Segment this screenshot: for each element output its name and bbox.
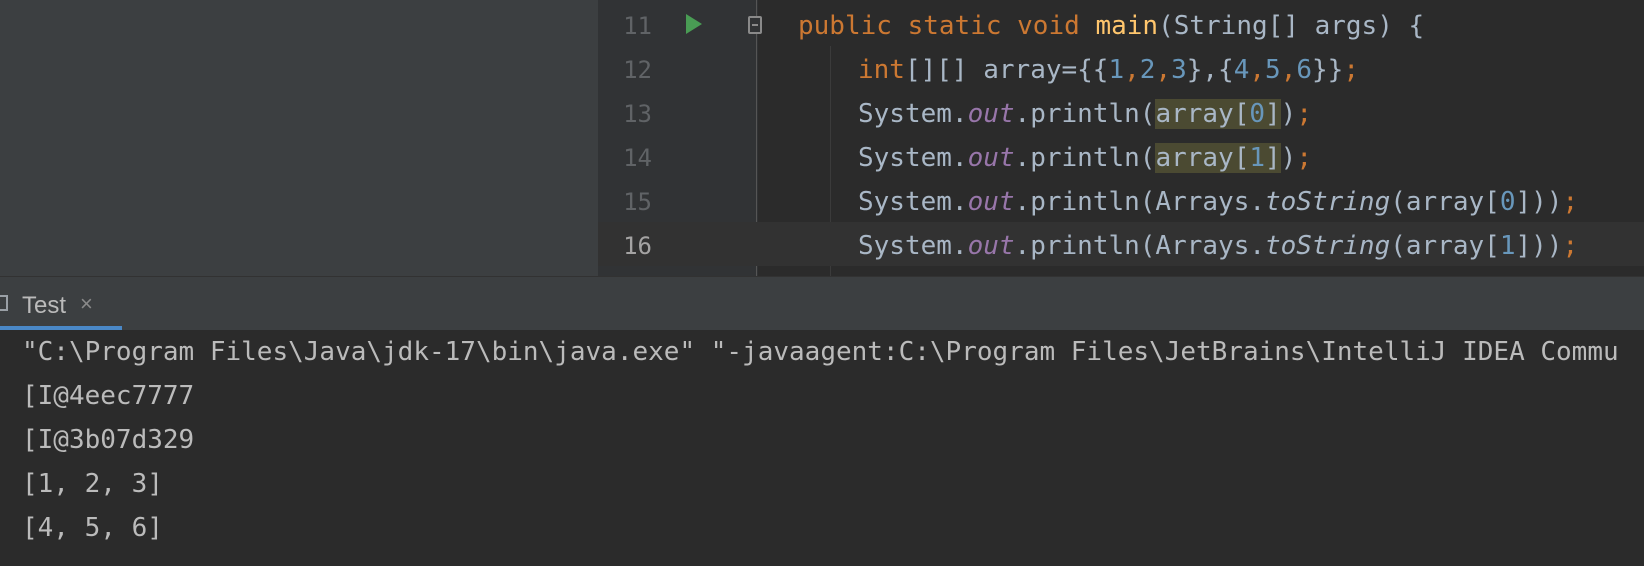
code-token: System. [858, 99, 968, 129]
code-line[interactable]: 13 System.out.println(array[0]); [598, 90, 1644, 134]
run-gutter-icon[interactable] [686, 14, 702, 34]
code-token: 5 [1265, 55, 1281, 85]
code-token: ])) [1515, 187, 1563, 217]
code-token: ; [1343, 55, 1359, 85]
code-text: System.out.println(Arrays.toString(array… [858, 222, 1578, 266]
code-token: 4 [1233, 55, 1250, 85]
code-editor[interactable]: 11 public static void main(String[] args… [598, 0, 1644, 276]
code-token: 1 [1249, 143, 1266, 173]
code-token: .println(Arrays. [1014, 231, 1265, 261]
code-token: ] [1265, 99, 1281, 129]
code-token: System. [858, 231, 968, 261]
console-icon [0, 295, 8, 311]
code-token: .println( [1014, 99, 1156, 129]
code-token: (array[ [1390, 187, 1500, 217]
code-token: 0 [1249, 99, 1266, 129]
console-output[interactable]: "C:\Program Files\Java\jdk-17\bin\java.e… [0, 330, 1644, 566]
code-line[interactable]: 14 System.out.println(array[1]); [598, 134, 1644, 178]
line-number: 11 [623, 12, 652, 40]
code-line-current[interactable]: 16 System.out.println(Arrays.toString(ar… [598, 222, 1644, 266]
code-token: array[ [1155, 143, 1250, 173]
line-number: 16 [623, 232, 652, 260]
code-text: int[][] array={{1,2,3},{4,5,6}}; [858, 46, 1359, 90]
code-text: System.out.println(array[0]); [858, 90, 1312, 134]
code-token: }} [1312, 55, 1344, 85]
code-token: ; [1562, 187, 1579, 217]
code-token: System. [858, 187, 968, 217]
code-token: main [1095, 11, 1159, 41]
console-line: [I@4eec7777 [22, 381, 195, 411]
code-token: array[ [1155, 99, 1250, 129]
code-token: , [1124, 55, 1140, 85]
code-token: ) [1280, 99, 1297, 129]
code-text: public static void main(String[] args) { [798, 2, 1424, 46]
code-token: ) [1280, 143, 1297, 173]
code-token: 1 [1499, 231, 1516, 261]
code-token: public [798, 11, 908, 41]
code-token: void [1017, 11, 1096, 41]
code-token: 1 [1108, 55, 1125, 85]
code-token: out [967, 231, 1015, 261]
fold-icon[interactable] [748, 16, 762, 34]
tab-run-test[interactable]: Test × [0, 277, 122, 331]
line-number: 15 [623, 188, 652, 216]
close-icon[interactable]: × [80, 291, 93, 317]
code-text: System.out.println(Arrays.toString(array… [858, 178, 1578, 222]
code-token: 3 [1171, 55, 1187, 85]
code-token: static [907, 11, 1018, 41]
console-line: [1, 2, 3] [22, 469, 163, 499]
code-token: out [967, 187, 1015, 217]
code-token: .println(Arrays. [1014, 187, 1265, 217]
code-token: ] [1265, 143, 1281, 173]
code-token: ; [1562, 231, 1579, 261]
code-token: System. [858, 143, 968, 173]
code-line[interactable]: 11 public static void main(String[] args… [598, 2, 1644, 46]
code-token: 0 [1499, 187, 1516, 217]
project-panel [0, 0, 598, 276]
code-line[interactable]: 15 System.out.println(Arrays.toString(ar… [598, 178, 1644, 222]
run-tool-window-header: Test × [0, 276, 1644, 331]
code-token: out [967, 143, 1015, 173]
console-line: [4, 5, 6] [22, 513, 163, 543]
console-line: "C:\Program Files\Java\jdk-17\bin\java.e… [22, 337, 1619, 367]
code-token: (array[ [1390, 231, 1500, 261]
code-token: ])) [1515, 231, 1563, 261]
code-token: ; [1296, 143, 1312, 173]
code-token: },{ [1186, 55, 1234, 85]
line-number: 12 [623, 56, 652, 84]
code-token: .println( [1014, 143, 1156, 173]
code-token: , [1249, 55, 1266, 85]
console-line: [I@3b07d329 [22, 425, 195, 455]
code-token: [][] array={{ [904, 55, 1109, 85]
code-token: , [1155, 55, 1172, 85]
code-token: 2 [1139, 55, 1156, 85]
code-token: out [967, 99, 1015, 129]
code-token: , [1280, 55, 1297, 85]
tab-label: Test [22, 292, 67, 319]
code-token: toString [1265, 231, 1391, 261]
line-number: 13 [623, 100, 652, 128]
code-line[interactable]: 12 int[][] array={{1,2,3},{4,5,6}}; [598, 46, 1644, 90]
line-number: 14 [623, 144, 652, 172]
code-token: (String[] args) { [1158, 11, 1425, 41]
code-token: 6 [1296, 55, 1312, 85]
code-token: ; [1296, 99, 1312, 129]
code-token: int [858, 55, 905, 85]
code-token: toString [1265, 187, 1391, 217]
code-text: System.out.println(array[1]); [858, 134, 1312, 178]
